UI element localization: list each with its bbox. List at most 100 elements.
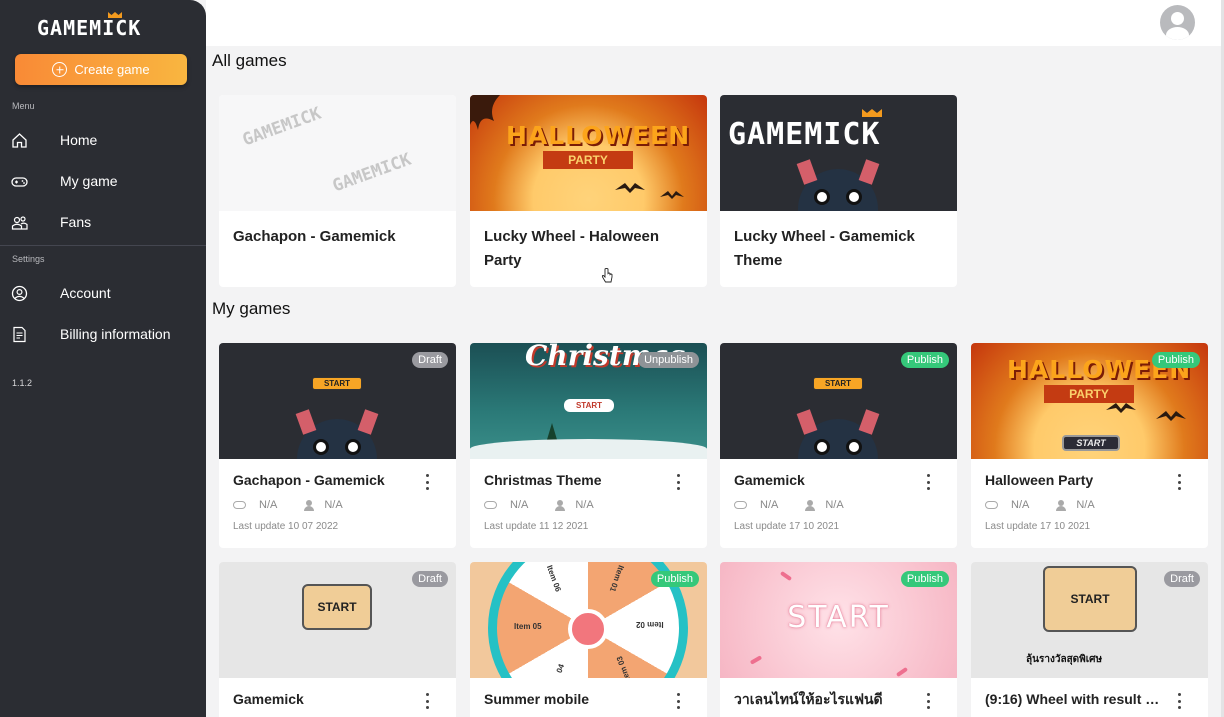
settings-section-label: Settings — [12, 254, 45, 264]
menu-section-label: Menu — [12, 101, 35, 111]
sidebar-item-fans[interactable]: Fans — [0, 202, 206, 242]
status-badge: Draft — [1164, 571, 1200, 587]
status-badge: Publish — [650, 571, 699, 587]
person-icon — [805, 499, 816, 511]
sidebar-item-label: Fans — [60, 214, 92, 230]
last-update: Last update 17 10 2021 — [734, 521, 840, 532]
last-update: Last update 10 07 2022 — [233, 521, 339, 532]
bats-icon — [615, 183, 684, 199]
status-badge: Unpublish — [638, 352, 699, 368]
sidebar-item-my-game[interactable]: My game — [0, 161, 206, 201]
create-game-button[interactable]: Create game — [15, 54, 187, 85]
status-badge: Draft — [412, 571, 448, 587]
start-button-art: START — [302, 584, 372, 630]
gamemick-watermark: GAMEMICK — [240, 103, 324, 151]
more-options-icon[interactable] — [1172, 474, 1186, 490]
card-stats: N/A N/A — [985, 499, 1095, 511]
card-thumbnail: START Draft — [219, 562, 456, 678]
card-title: Lucky Wheel - Haloween Party — [484, 228, 660, 269]
version-label: 1.1.2 — [12, 378, 33, 388]
my-game-card[interactable]: HALLOWEEN PARTY START Publish Halloween … — [971, 343, 1208, 548]
sidebar-item-label: Billing information — [60, 326, 171, 342]
wheel-label: Item 02 — [636, 620, 664, 629]
card-title: Summer mobile — [484, 691, 590, 707]
players-value: N/A — [324, 499, 343, 511]
players-value: N/A — [1076, 499, 1095, 511]
confetti — [779, 570, 793, 582]
more-options-icon[interactable] — [921, 474, 935, 490]
start-button-art: START — [1062, 435, 1120, 451]
gamepad-icon — [985, 501, 998, 509]
logo-text: GAMEMICK — [37, 16, 142, 40]
snow-ground — [470, 439, 707, 459]
card-title: Gachapon - Gamemick — [233, 472, 385, 488]
card-title: Christmas Theme — [484, 472, 602, 488]
start-button-art: START — [1043, 566, 1137, 632]
all-games-heading: All games — [212, 51, 287, 70]
gamemick-logo[interactable]: GAMEMICK — [37, 12, 167, 40]
my-game-card[interactable]: START Publish Gamemick N/A N/A Last upda… — [720, 343, 957, 548]
card-stats: N/A N/A — [484, 499, 594, 511]
monster-mascot-icon — [796, 409, 880, 459]
more-options-icon[interactable] — [671, 693, 685, 709]
my-game-card[interactable]: Christmas START Unpublish Christmas Them… — [470, 343, 707, 548]
start-button-art: START — [813, 377, 863, 390]
sidebar-item-label: Home — [60, 132, 98, 148]
sidebar-item-label: Account — [60, 285, 111, 301]
card-title: (9:16) Wheel with result p... — [985, 691, 1165, 707]
more-options-icon[interactable] — [921, 693, 935, 709]
plus-circle-icon — [52, 62, 68, 77]
monster-mascot-icon — [796, 159, 880, 211]
template-card[interactable]: HALLOWEEN PARTY Lucky Wheel - Haloween P… — [470, 95, 707, 287]
sidebar-item-label: My game — [60, 173, 118, 189]
sidebar-item-account[interactable]: Account — [0, 273, 206, 313]
plays-value: N/A — [1011, 499, 1030, 511]
more-options-icon[interactable] — [671, 474, 685, 490]
more-options-icon[interactable] — [420, 693, 434, 709]
halloween-art-title: HALLOWEEN — [1007, 355, 1192, 384]
card-stats: N/A N/A — [233, 499, 343, 511]
last-update: Last update 11 12 2021 — [484, 521, 589, 532]
card-thumbnail: START Draft — [219, 343, 456, 459]
plays-value: N/A — [760, 499, 779, 511]
my-game-card[interactable]: START ลุ้นรางวัลสุดพิเศษ Draft (9:16) Wh… — [971, 562, 1208, 717]
card-title: Gamemick — [233, 691, 304, 707]
template-card[interactable]: GAMEMICK GAMEMICK Gachapon - Gamemick — [219, 95, 456, 287]
my-game-card[interactable]: START Draft Gamemick — [219, 562, 456, 717]
topbar — [206, 0, 1224, 46]
sidebar: GAMEMICK Create game Menu Home My game F… — [0, 0, 206, 717]
my-game-card[interactable]: START Publish วาเลนไทน์ให้อะไรแฟนดี — [720, 562, 957, 717]
status-badge: Publish — [1151, 352, 1200, 368]
user-avatar-icon[interactable] — [1160, 5, 1195, 40]
gamepad-icon — [734, 501, 747, 509]
users-icon — [11, 216, 28, 230]
document-icon — [13, 326, 26, 343]
card-thumbnail: HALLOWEEN PARTY START Publish — [971, 343, 1208, 459]
confetti — [895, 666, 909, 678]
sidebar-item-home[interactable]: Home — [0, 120, 206, 160]
card-thumbnail: GAMEMICK — [720, 95, 957, 211]
start-button-art: START — [787, 600, 890, 635]
gamemick-watermark: GAMEMICK — [330, 149, 414, 197]
card-thumbnail: START Publish — [720, 562, 957, 678]
sidebar-item-billing[interactable]: Billing information — [0, 314, 206, 354]
card-thumbnail: Christmas START Unpublish — [470, 343, 707, 459]
my-games-heading: My games — [212, 299, 291, 318]
plays-value: N/A — [510, 499, 529, 511]
status-badge: Publish — [900, 352, 949, 368]
more-options-icon[interactable] — [420, 474, 434, 490]
card-title: Gamemick — [734, 472, 805, 488]
start-button-art: START — [564, 399, 614, 412]
card-title: วาเลนไทน์ให้อะไรแฟนดี — [734, 691, 883, 707]
more-options-icon[interactable] — [1172, 693, 1186, 709]
template-card[interactable]: GAMEMICK Lucky Wheel - Gamemick Theme — [720, 95, 957, 287]
my-game-card[interactable]: START Draft Gachapon - Gamemick N/A N/A … — [219, 343, 456, 548]
sidebar-divider — [0, 245, 206, 246]
players-value: N/A — [825, 499, 844, 511]
crown-icon — [862, 109, 882, 117]
status-badge: Publish — [900, 571, 949, 587]
person-icon — [304, 499, 315, 511]
my-game-card[interactable]: Item 05 Item 06 Item 01 Item 02 Item 03 … — [470, 562, 707, 717]
card-title: Lucky Wheel - Gamemick Theme — [734, 228, 915, 269]
halloween-art-sub: PARTY — [543, 151, 633, 169]
